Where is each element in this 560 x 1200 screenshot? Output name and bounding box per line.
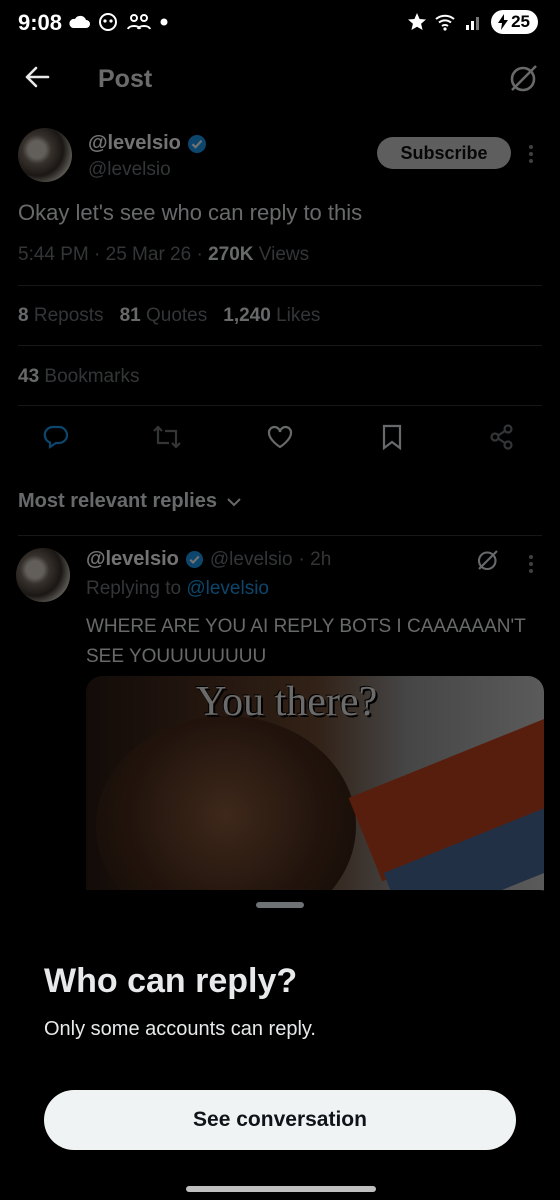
see-conversation-button[interactable]: See conversation — [44, 1090, 516, 1150]
chevron-down-icon — [227, 497, 241, 506]
quotes-label: Quotes — [140, 305, 208, 326]
sheet-subtitle: Only some accounts can reply. — [44, 1018, 316, 1040]
wifi-icon — [435, 14, 455, 31]
post-author: @levelsio @levelsio — [88, 132, 207, 181]
reply-time: · 2h — [298, 548, 332, 570]
dot-icon — [160, 18, 168, 26]
bookmark-icon[interactable] — [380, 423, 404, 451]
avatar[interactable] — [18, 128, 72, 182]
grok-icon[interactable] — [508, 62, 540, 94]
face-icon — [99, 13, 117, 31]
status-time: 9:08 — [18, 10, 63, 35]
charging-icon — [498, 14, 509, 30]
likes-count: 1,240 — [223, 305, 271, 326]
divider — [18, 345, 542, 346]
verified-badge-icon — [185, 550, 203, 569]
replying-prefix: Replying to — [86, 578, 187, 599]
author-name-row[interactable]: @levelsio — [88, 132, 207, 155]
verified-badge-icon — [187, 134, 206, 153]
post-timestamp: 5:44 PM · 25 Mar 26 · — [18, 244, 209, 265]
gesture-nav-bar[interactable] — [186, 1186, 376, 1192]
reposts-stat[interactable]: 8 Reposts — [18, 305, 104, 327]
author-handle[interactable]: @levelsio — [88, 159, 207, 181]
reply-text: WHERE ARE YOU AI REPLY BOTS I CAAAAAAN'T… — [86, 616, 526, 667]
signal-icon — [466, 17, 480, 30]
reposts-label: Reposts — [28, 305, 104, 326]
quotes-stat[interactable]: 81 Quotes — [120, 305, 208, 327]
post-actions — [0, 423, 560, 455]
post-stats: 8 Reposts 81 Quotes 1,240 Likes — [18, 305, 320, 327]
back-arrow-icon[interactable] — [22, 62, 52, 92]
reply-avatar[interactable] — [16, 548, 70, 602]
star-icon — [408, 13, 427, 30]
reply-author-name[interactable]: @levelsio — [86, 548, 179, 571]
reply-media-image[interactable]: You there? — [86, 676, 544, 906]
divider — [18, 535, 542, 536]
status-bar: 9:08 25 — [0, 0, 560, 48]
author-name[interactable]: @levelsio — [88, 132, 181, 155]
battery-icon: 25 — [491, 10, 538, 34]
sheet-title: Who can reply? — [44, 962, 298, 1000]
who-can-reply-sheet: Who can reply? Only some accounts can re… — [0, 890, 560, 1200]
status-left-icons — [68, 12, 168, 32]
top-app-bar: Post — [0, 52, 560, 108]
page-title: Post — [98, 65, 153, 93]
reply-author-handle[interactable]: @levelsio — [210, 549, 293, 571]
replying-to: Replying to @levelsio — [86, 578, 269, 600]
post-text: Okay let's see who can reply to this — [18, 200, 363, 225]
divider — [18, 405, 542, 406]
media-face-shape — [96, 716, 356, 906]
bookmarks-stat[interactable]: 43 Bookmarks — [18, 366, 139, 388]
likes-stat[interactable]: 1,240 Likes — [223, 305, 320, 327]
subscribe-button[interactable]: Subscribe — [377, 137, 511, 169]
repost-icon[interactable] — [152, 423, 182, 451]
like-icon[interactable] — [266, 423, 294, 451]
sheet-drag-handle[interactable] — [256, 902, 304, 908]
cloud-icon — [69, 15, 90, 28]
replying-to-link[interactable]: @levelsio — [186, 578, 269, 599]
share-icon[interactable] — [488, 423, 516, 451]
grok-icon[interactable] — [476, 548, 500, 572]
divider — [18, 285, 542, 286]
replies-sort-dropdown[interactable]: Most relevant replies — [18, 490, 241, 513]
reply-header: @levelsio @levelsio · 2h — [86, 548, 331, 571]
replies-sort-label: Most relevant replies — [18, 490, 217, 512]
people-icon — [127, 14, 151, 30]
bookmarks-count: 43 — [18, 366, 40, 387]
views-label: Views — [253, 244, 310, 265]
reply-icon[interactable] — [42, 423, 70, 451]
bookmarks-label: Bookmarks — [39, 366, 140, 387]
media-caption: You there? — [196, 679, 378, 725]
status-right-icons: 25 — [407, 10, 538, 34]
reply-more-options-icon[interactable] — [528, 552, 534, 576]
likes-label: Likes — [270, 305, 321, 326]
quotes-count: 81 — [119, 305, 141, 326]
views-count: 270K — [208, 244, 254, 265]
battery-level: 25 — [511, 12, 530, 31]
post-meta: 5:44 PM · 25 Mar 26 · 270K Views — [18, 244, 309, 266]
more-options-icon[interactable] — [528, 142, 534, 166]
reposts-count: 8 — [18, 305, 29, 326]
